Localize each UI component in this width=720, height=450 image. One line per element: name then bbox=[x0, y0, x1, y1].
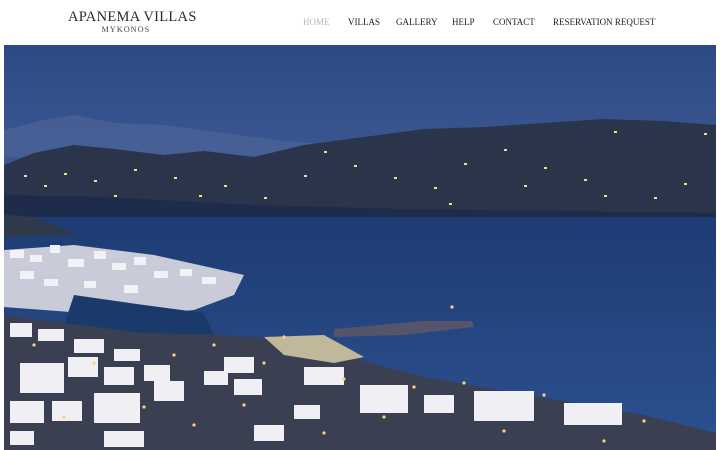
hero-photo bbox=[4, 45, 716, 450]
nav-gallery[interactable]: GALLERY bbox=[396, 17, 438, 28]
logo-subtitle: MYKONOS bbox=[101, 25, 151, 34]
nav-reservation-request[interactable]: RESERVATION REQUEST bbox=[553, 17, 655, 28]
hero-image bbox=[4, 45, 716, 450]
site-header: APANEMA VILLAS MYKONOS HOME VILLAS GALLE… bbox=[0, 0, 720, 44]
nav-contact[interactable]: CONTACT bbox=[493, 17, 535, 28]
nav-villas[interactable]: VILLAS bbox=[348, 17, 380, 28]
nav-help[interactable]: HELP bbox=[452, 17, 475, 28]
site-logo[interactable]: APANEMA VILLAS MYKONOS bbox=[68, 9, 197, 35]
logo-title: APANEMA VILLAS bbox=[68, 9, 197, 25]
nav-home[interactable]: HOME bbox=[303, 17, 330, 28]
